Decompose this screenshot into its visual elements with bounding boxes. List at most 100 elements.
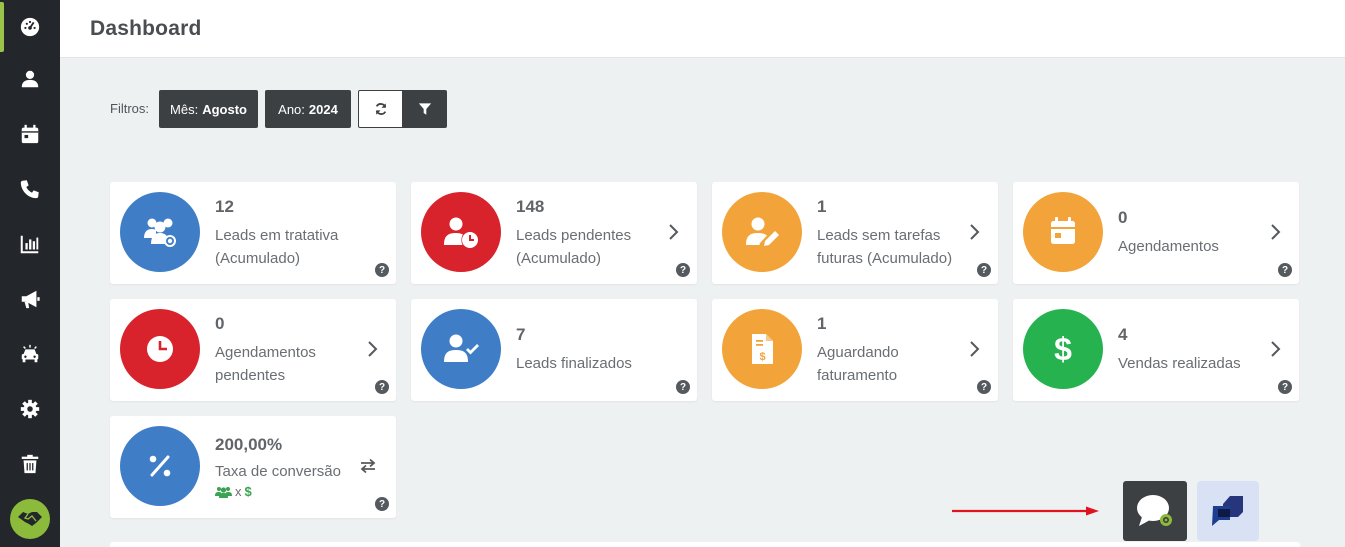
card-label: Taxa de conversão	[215, 463, 341, 480]
card-icon-circle	[120, 192, 200, 272]
invoice-icon: $	[752, 334, 773, 364]
card-icon-circle	[120, 309, 200, 389]
sidebar-item-campaigns[interactable]	[0, 272, 60, 326]
month-filter-label: Mês:	[170, 101, 199, 117]
help-icon[interactable]: ?	[375, 497, 389, 511]
card-leads-sem-tarefas[interactable]: 1 Leads sem tarefas futuras (Acumulado) …	[712, 182, 998, 284]
card-label: Leads sem tarefas futuras (Acumulado)	[817, 226, 953, 267]
speedometer-icon	[20, 17, 40, 37]
chat-widget-icon	[1212, 496, 1243, 526]
sidebar-item-trash[interactable]	[0, 437, 60, 491]
year-filter-label: Ano:	[278, 101, 305, 117]
card-value: 1	[817, 313, 827, 333]
help-icon[interactable]: ?	[375, 263, 389, 277]
sidebar-handshake-button[interactable]	[10, 499, 50, 539]
card-vendas-realizadas[interactable]: $ 4 Vendas realizadas ?	[1013, 299, 1299, 401]
card-label: Vendas realizadas	[1118, 355, 1241, 372]
sidebar-item-dashboard[interactable]	[0, 0, 60, 54]
chat-widget-button[interactable]	[1197, 481, 1259, 541]
user-edit-icon	[746, 217, 779, 246]
page-title: Dashboard	[90, 17, 202, 40]
sidebar-item-settings[interactable]	[0, 382, 60, 436]
help-icon[interactable]: ?	[1278, 263, 1292, 277]
card-icon-circle	[421, 309, 501, 389]
chat-icon	[1137, 495, 1172, 526]
filter-icon	[418, 103, 432, 115]
users-icon	[215, 486, 232, 498]
sidebar-item-reports[interactable]	[0, 217, 60, 271]
top-bar: Dashboard	[60, 0, 1345, 58]
conversion-separator: x	[235, 484, 242, 499]
card-value: 0	[215, 313, 225, 333]
chevron-right-icon[interactable]	[366, 339, 380, 359]
refresh-icon	[375, 103, 386, 115]
calendar-icon	[1051, 217, 1075, 244]
refresh-button[interactable]	[358, 90, 403, 128]
card-taxa-de-conversao[interactable]: 200,00% Taxa de conversão x $ ?	[110, 416, 396, 518]
year-filter-value: 2024	[308, 101, 338, 117]
clock-icon	[147, 336, 173, 362]
chevron-right-icon[interactable]	[1269, 339, 1283, 359]
card-value: 7	[516, 325, 526, 344]
card-icon-circle	[1023, 192, 1103, 272]
card-value: 4	[1118, 325, 1128, 344]
svg-text:$: $	[759, 351, 765, 363]
filter-button[interactable]	[403, 90, 447, 128]
conversion-currency: $	[244, 484, 252, 499]
swap-icon[interactable]	[360, 458, 376, 474]
card-icon-circle: $	[722, 309, 802, 389]
card-icon-circle	[120, 426, 200, 506]
card-leads-em-tratativa[interactable]: 12 Leads em tratativa (Acumulado) ?	[110, 182, 396, 284]
card-leads-finalizados[interactable]: 7 Leads finalizados ?	[411, 299, 697, 401]
car-icon	[21, 344, 39, 363]
card-label: Leads pendentes (Acumulado)	[516, 226, 632, 267]
month-filter-value: Agosto	[202, 101, 247, 117]
help-icon[interactable]: ?	[1278, 380, 1292, 394]
card-icon-circle	[722, 192, 802, 272]
card-label: Aguardando faturamento	[817, 343, 899, 384]
sidebar-item-phone[interactable]	[0, 162, 60, 216]
phone-icon	[20, 180, 39, 199]
sidebar-item-users[interactable]	[0, 52, 60, 106]
trash-icon	[21, 454, 39, 474]
chevron-right-icon[interactable]	[1269, 222, 1283, 242]
card-aguardando-faturamento[interactable]: $ 1 Aguardando faturamento ?	[712, 299, 998, 401]
annotation-arrow	[952, 506, 1099, 516]
user-icon	[21, 70, 39, 88]
bottom-panel	[110, 542, 1300, 547]
card-value: 200,00%	[215, 435, 283, 454]
chevron-right-icon[interactable]	[968, 222, 982, 242]
user-check-icon	[444, 334, 479, 362]
sidebar-item-vehicles[interactable]	[0, 327, 60, 381]
conversion-formula: x $	[215, 484, 363, 499]
card-value: 148	[516, 196, 545, 216]
month-filter-button[interactable]: Mês: Agosto	[159, 90, 258, 128]
calendar-icon	[21, 124, 39, 144]
card-agendamentos[interactable]: 0 Agendamentos ?	[1013, 182, 1299, 284]
help-icon[interactable]: ?	[676, 380, 690, 394]
help-icon[interactable]: ?	[375, 380, 389, 394]
user-clock-icon	[444, 217, 478, 248]
sidebar-item-calendar[interactable]	[0, 107, 60, 161]
help-icon[interactable]: ?	[676, 263, 690, 277]
handshake-icon	[18, 512, 42, 526]
card-value: 1	[817, 196, 827, 216]
card-agendamentos-pendentes[interactable]: 0 Agendamentos pendentes ?	[110, 299, 396, 401]
gear-icon	[20, 399, 40, 419]
card-label: Agendamentos	[1118, 238, 1219, 255]
chat-button[interactable]	[1123, 481, 1187, 541]
card-value: 12	[215, 196, 234, 216]
chevron-right-icon[interactable]	[968, 339, 982, 359]
svg-text:$: $	[1054, 331, 1072, 367]
chevron-right-icon[interactable]	[667, 222, 681, 242]
card-leads-pendentes[interactable]: 148 Leads pendentes (Acumulado) ?	[411, 182, 697, 284]
dollar-icon: $	[1054, 331, 1072, 367]
megaphone-icon	[21, 290, 40, 309]
card-value: 0	[1118, 208, 1128, 227]
help-icon[interactable]: ?	[977, 380, 991, 394]
help-icon[interactable]: ?	[977, 263, 991, 277]
card-icon-circle: $	[1023, 309, 1103, 389]
year-filter-button[interactable]: Ano: 2024	[265, 90, 351, 128]
sidebar	[0, 0, 60, 547]
bar-chart-icon	[20, 235, 39, 254]
